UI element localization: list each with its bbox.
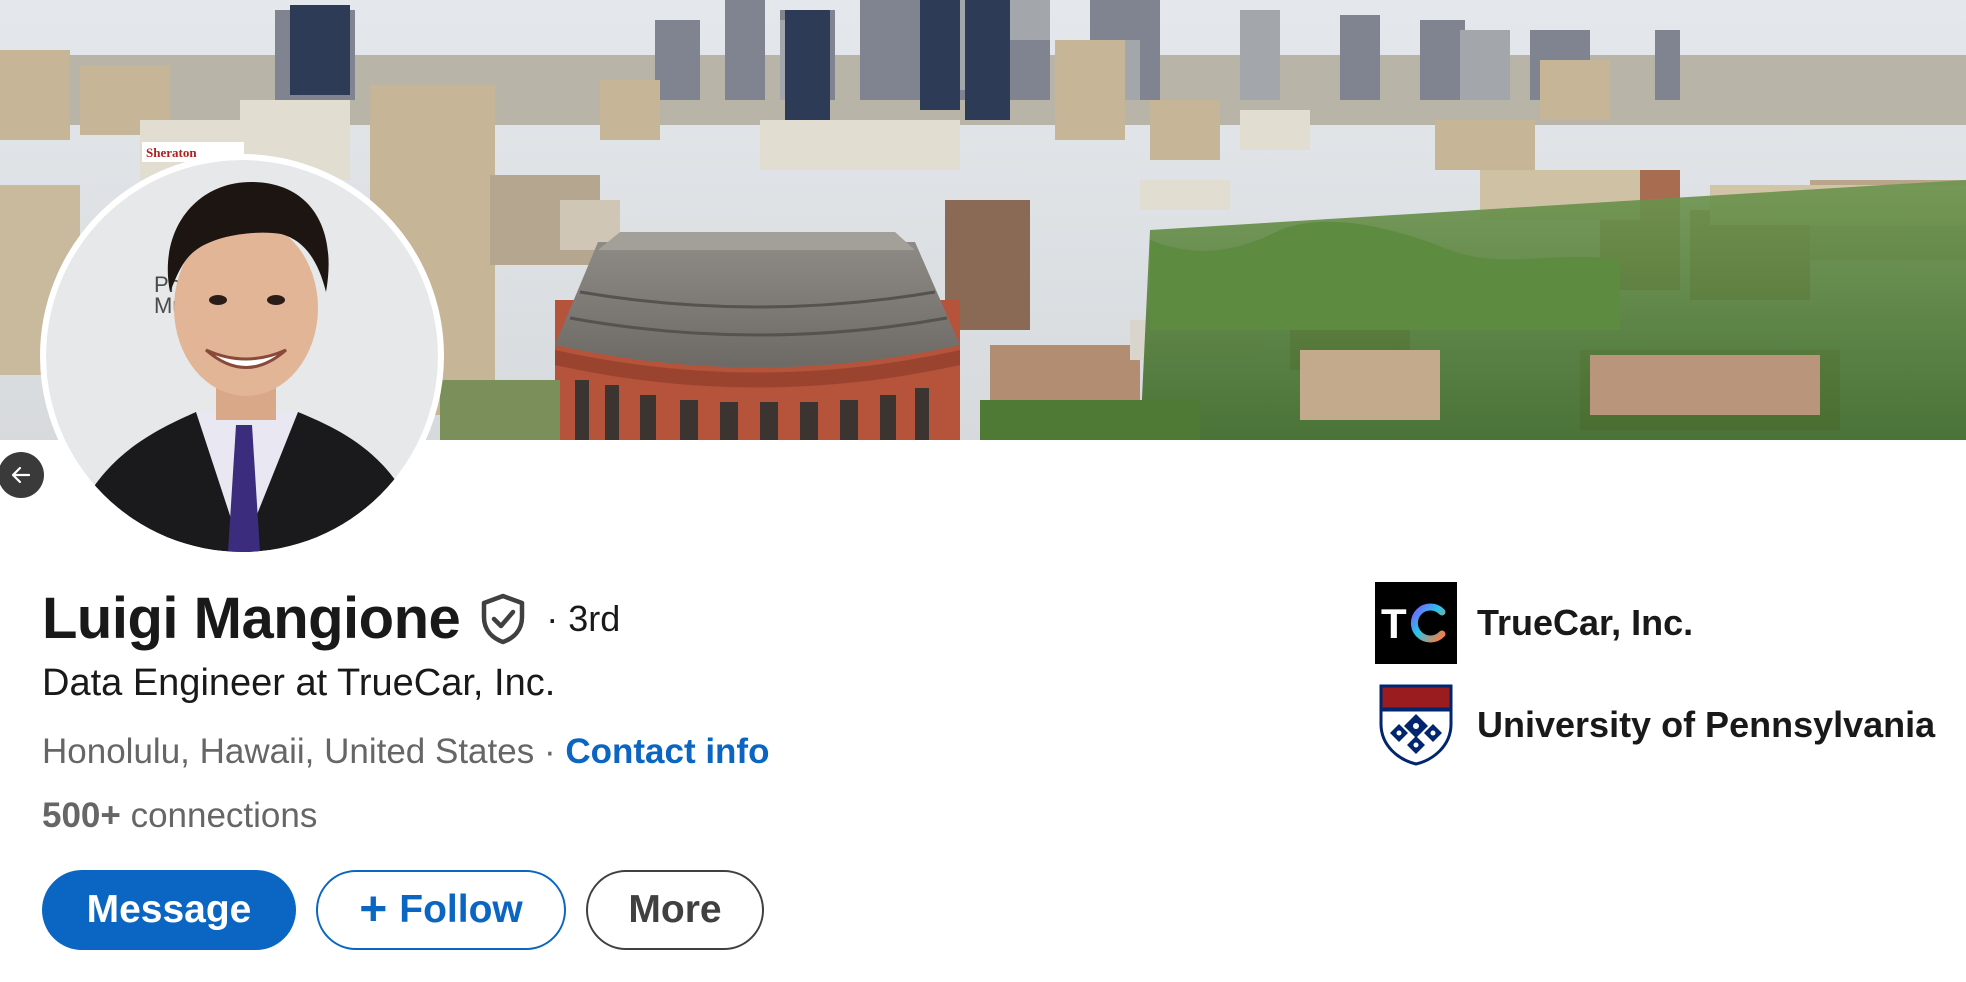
profile-name-row: Luigi Mangione · 3rd — [42, 584, 620, 654]
message-button-label: Message — [86, 888, 252, 931]
connections-count: 500+ — [42, 796, 121, 835]
current-company-name: TrueCar, Inc. — [1477, 602, 1694, 643]
upenn-shield-icon — [1375, 684, 1457, 766]
location-separator: · — [534, 732, 566, 771]
connections-label: connections — [120, 796, 318, 835]
shield-check-icon[interactable] — [478, 592, 528, 646]
more-button[interactable]: More — [586, 870, 764, 950]
banner-sign-text: Sheraton — [146, 145, 197, 160]
follow-button[interactable]: + Follow — [316, 870, 566, 950]
follow-button-label: Follow — [399, 888, 523, 931]
profile-location: Honolulu, Hawaii, United States — [42, 732, 535, 771]
more-button-label: More — [628, 888, 722, 931]
location-row: Honolulu, Hawaii, United States · Contac… — [42, 732, 769, 772]
profile-photo[interactable]: Philad Muse — [40, 154, 444, 558]
contact-info-link[interactable]: Contact info — [565, 732, 769, 771]
truecar-logo-icon: T — [1375, 582, 1457, 664]
profile-headline: Data Engineer at TrueCar, Inc. — [42, 662, 556, 704]
education-link[interactable]: University of Pennsylvania — [1375, 684, 1935, 766]
current-company-link[interactable]: T TrueCar, Inc. — [1375, 582, 1693, 664]
back-button[interactable] — [0, 452, 44, 498]
connections-row[interactable]: 500+ connections — [42, 796, 317, 836]
profile-actions: Message + Follow More — [42, 870, 764, 950]
message-button[interactable]: Message — [42, 870, 296, 950]
connection-degree: · 3rd — [546, 598, 621, 639]
plus-icon: + — [359, 883, 388, 936]
education-name: University of Pennsylvania — [1477, 704, 1936, 745]
truecar-logo-text: T — [1381, 600, 1407, 647]
profile-photo-image: Philad Muse — [46, 160, 438, 552]
profile-page: Sheraton Luigi Mangione · 3rd Data Engin… — [0, 0, 1966, 982]
profile-name: Luigi Mangione — [42, 586, 461, 651]
arrow-left-icon — [11, 466, 31, 484]
